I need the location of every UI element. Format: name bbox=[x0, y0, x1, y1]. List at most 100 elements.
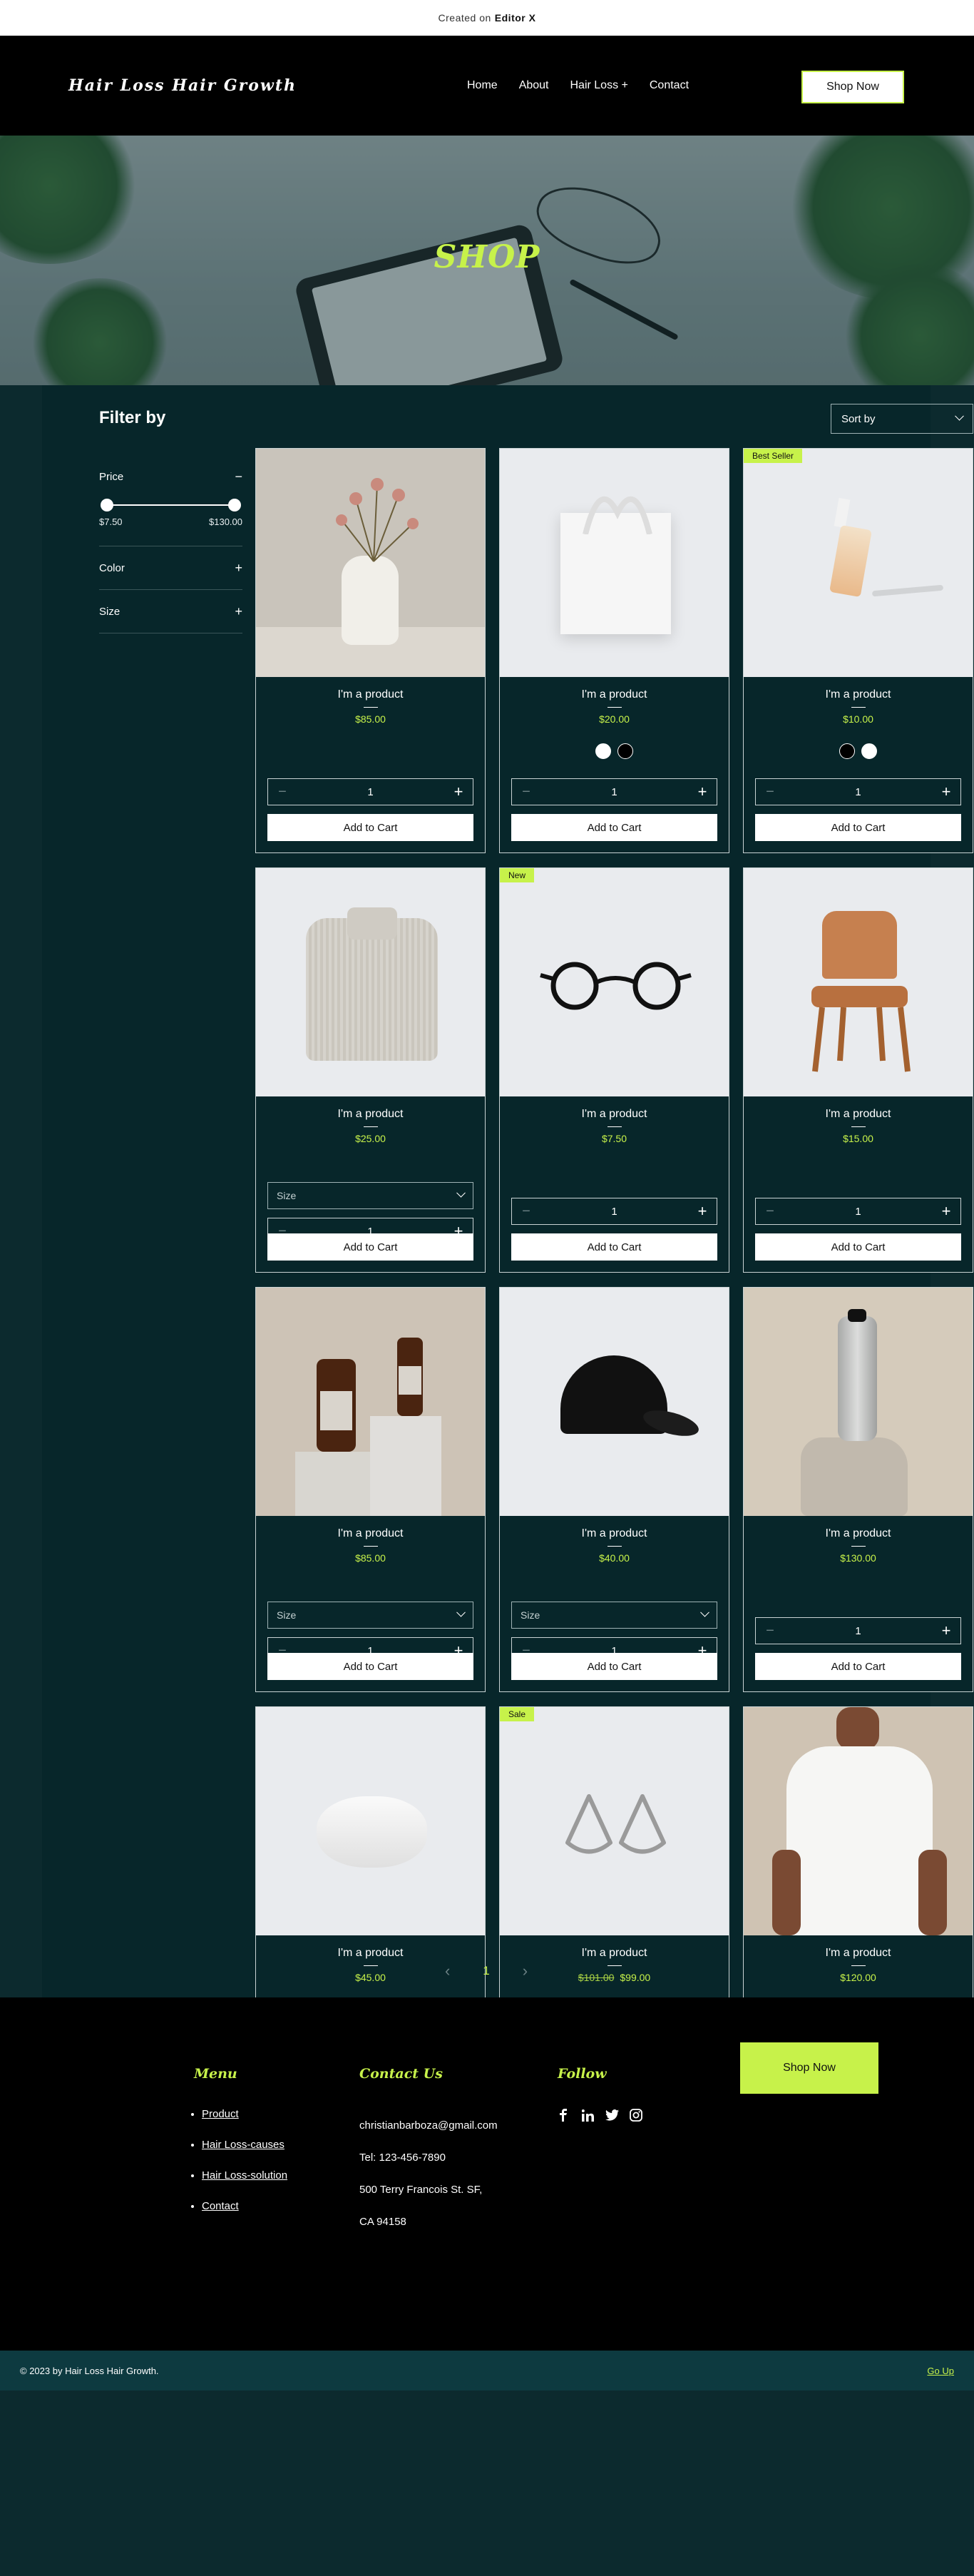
increase-quantity-button[interactable]: + bbox=[688, 1202, 717, 1221]
increase-quantity-button[interactable]: + bbox=[932, 1202, 960, 1221]
nav-item-contact[interactable]: Contact bbox=[650, 79, 689, 92]
nav-item-home[interactable]: Home bbox=[467, 79, 498, 92]
add-to-cart-button[interactable]: Add to Cart bbox=[267, 1233, 473, 1261]
product-card[interactable]: I'm a product $85.00 Size −1 + Add to Cart bbox=[255, 1287, 486, 1692]
product-image[interactable] bbox=[744, 1288, 973, 1516]
product-name[interactable]: I'm a product bbox=[500, 688, 729, 701]
product-image[interactable] bbox=[256, 1288, 485, 1516]
product-card[interactable]: I'm a product $130.00 −1 + Add to Cart bbox=[743, 1287, 973, 1692]
product-name[interactable]: I'm a product bbox=[744, 688, 973, 701]
product-name[interactable]: I'm a product bbox=[256, 1527, 485, 1540]
product-image[interactable] bbox=[256, 449, 485, 677]
filter-price-header[interactable]: Price − bbox=[99, 455, 242, 498]
product-image[interactable] bbox=[256, 868, 485, 1096]
product-name[interactable]: I'm a product bbox=[256, 688, 485, 701]
twitter-icon[interactable] bbox=[605, 2108, 619, 2122]
product-card[interactable]: I'm a product $85.00 −1 + Add to Cart bbox=[255, 448, 486, 853]
banner-brand[interactable]: Editor X bbox=[495, 12, 536, 24]
product-name[interactable]: I'm a product bbox=[744, 1947, 973, 1960]
add-to-cart-button[interactable]: Add to Cart bbox=[755, 814, 961, 841]
product-image[interactable] bbox=[256, 1707, 485, 1935]
product-card[interactable]: I'm a product $20.00 −1 + Add to Cart bbox=[499, 448, 729, 853]
product-image[interactable] bbox=[500, 1288, 729, 1516]
quantity-value[interactable]: 1 bbox=[297, 786, 444, 798]
linkedin-icon[interactable] bbox=[580, 2108, 595, 2122]
product-image[interactable] bbox=[500, 449, 729, 677]
add-to-cart-button[interactable]: Add to Cart bbox=[511, 1653, 717, 1680]
prev-page-icon[interactable]: ‹ bbox=[445, 1962, 450, 1980]
quantity-stepper[interactable]: −1+ bbox=[755, 1198, 961, 1225]
quantity-stepper[interactable]: −1+ bbox=[755, 1617, 961, 1644]
nav-item-hair-loss[interactable]: Hair Loss + bbox=[570, 79, 628, 92]
product-image[interactable] bbox=[744, 1707, 973, 1935]
add-to-cart-button[interactable]: Add to Cart bbox=[511, 814, 717, 841]
decrease-quantity-button[interactable]: − bbox=[756, 1623, 784, 1639]
decrease-quantity-button[interactable]: − bbox=[268, 784, 297, 800]
quantity-value[interactable]: 1 bbox=[540, 1206, 688, 1218]
filter-color-header[interactable]: Color + bbox=[99, 546, 242, 589]
footer-link-causes[interactable]: Hair Loss-causes bbox=[202, 2139, 284, 2151]
increase-quantity-button[interactable]: + bbox=[932, 1622, 960, 1640]
color-swatch[interactable] bbox=[839, 743, 855, 759]
increase-quantity-button[interactable]: + bbox=[932, 783, 960, 801]
product-card[interactable]: I'm a product $40.00 Size −1 + Add to Cart bbox=[499, 1287, 729, 1692]
quantity-value[interactable]: 1 bbox=[540, 786, 688, 798]
add-to-cart-button[interactable]: Add to Cart bbox=[755, 1653, 961, 1680]
product-name[interactable]: I'm a product bbox=[500, 1947, 729, 1960]
created-on-banner[interactable]: Created on Editor X bbox=[0, 0, 974, 36]
product-card[interactable]: Best Seller I'm a product $10.00 −1 + Add to … bbox=[743, 448, 973, 853]
decrease-quantity-button[interactable]: − bbox=[512, 784, 540, 800]
decrease-quantity-button[interactable]: − bbox=[756, 1203, 784, 1220]
nav-item-about[interactable]: About bbox=[519, 79, 549, 92]
price-min-handle[interactable] bbox=[101, 499, 113, 511]
go-up-link[interactable]: Go Up bbox=[927, 2366, 954, 2376]
color-swatch[interactable] bbox=[595, 743, 611, 759]
product-image[interactable] bbox=[744, 868, 973, 1096]
footer-link-solution[interactable]: Hair Loss-solution bbox=[202, 2169, 287, 2182]
facebook-icon[interactable] bbox=[556, 2108, 570, 2122]
page-number[interactable]: 1 bbox=[483, 1964, 489, 1978]
footer-shop-now-button[interactable]: Shop Now bbox=[740, 2042, 878, 2094]
product-image[interactable]: Sale bbox=[500, 1707, 729, 1935]
quantity-stepper[interactable]: −1+ bbox=[755, 778, 961, 805]
add-to-cart-button[interactable]: Add to Cart bbox=[267, 814, 473, 841]
product-name[interactable]: I'm a product bbox=[500, 1527, 729, 1540]
quantity-value[interactable]: 1 bbox=[784, 1206, 932, 1218]
add-to-cart-button[interactable]: Add to Cart bbox=[511, 1233, 717, 1261]
product-card[interactable]: New I'm a product $7.50 −1 + Add to Cart bbox=[499, 867, 729, 1273]
site-logo[interactable]: Hair Loss Hair Growth bbox=[68, 76, 297, 95]
footer-link-contact[interactable]: Contact bbox=[202, 2200, 239, 2212]
quantity-value[interactable]: 1 bbox=[784, 786, 932, 798]
product-name[interactable]: I'm a product bbox=[744, 1527, 973, 1540]
next-page-icon[interactable]: › bbox=[523, 1962, 528, 1980]
decrease-quantity-button[interactable]: − bbox=[512, 1203, 540, 1220]
price-max-handle[interactable] bbox=[228, 499, 241, 511]
quantity-value[interactable]: 1 bbox=[784, 1625, 932, 1637]
product-name[interactable]: I'm a product bbox=[500, 1108, 729, 1121]
size-dropdown[interactable]: Size bbox=[511, 1602, 717, 1629]
price-range-slider[interactable] bbox=[101, 498, 241, 512]
filter-size-header[interactable]: Size + bbox=[99, 590, 242, 633]
product-name[interactable]: I'm a product bbox=[256, 1108, 485, 1121]
increase-quantity-button[interactable]: + bbox=[444, 783, 473, 801]
quantity-stepper[interactable]: −1+ bbox=[511, 1198, 717, 1225]
decrease-quantity-button[interactable]: − bbox=[756, 784, 784, 800]
quantity-stepper[interactable]: −1+ bbox=[267, 778, 473, 805]
color-swatch[interactable] bbox=[617, 743, 633, 759]
color-swatch[interactable] bbox=[861, 743, 877, 759]
add-to-cart-button[interactable]: Add to Cart bbox=[267, 1653, 473, 1680]
product-name[interactable]: I'm a product bbox=[256, 1947, 485, 1960]
product-image[interactable]: New bbox=[500, 868, 729, 1096]
size-dropdown[interactable]: Size bbox=[267, 1182, 473, 1209]
quantity-stepper[interactable]: −1+ bbox=[511, 778, 717, 805]
add-to-cart-button[interactable]: Add to Cart bbox=[755, 1233, 961, 1261]
sort-dropdown[interactable]: Sort by bbox=[831, 404, 973, 434]
product-name[interactable]: I'm a product bbox=[744, 1108, 973, 1121]
size-dropdown[interactable]: Size bbox=[267, 1602, 473, 1629]
increase-quantity-button[interactable]: + bbox=[688, 783, 717, 801]
product-image[interactable]: Best Seller bbox=[744, 449, 973, 677]
footer-link-product[interactable]: Product bbox=[202, 2108, 239, 2120]
instagram-icon[interactable] bbox=[629, 2108, 643, 2122]
product-card[interactable]: I'm a product $25.00 Size −1 + Add to Cart bbox=[255, 867, 486, 1273]
product-card[interactable]: I'm a product $15.00 −1 + Add to Cart bbox=[743, 867, 973, 1273]
